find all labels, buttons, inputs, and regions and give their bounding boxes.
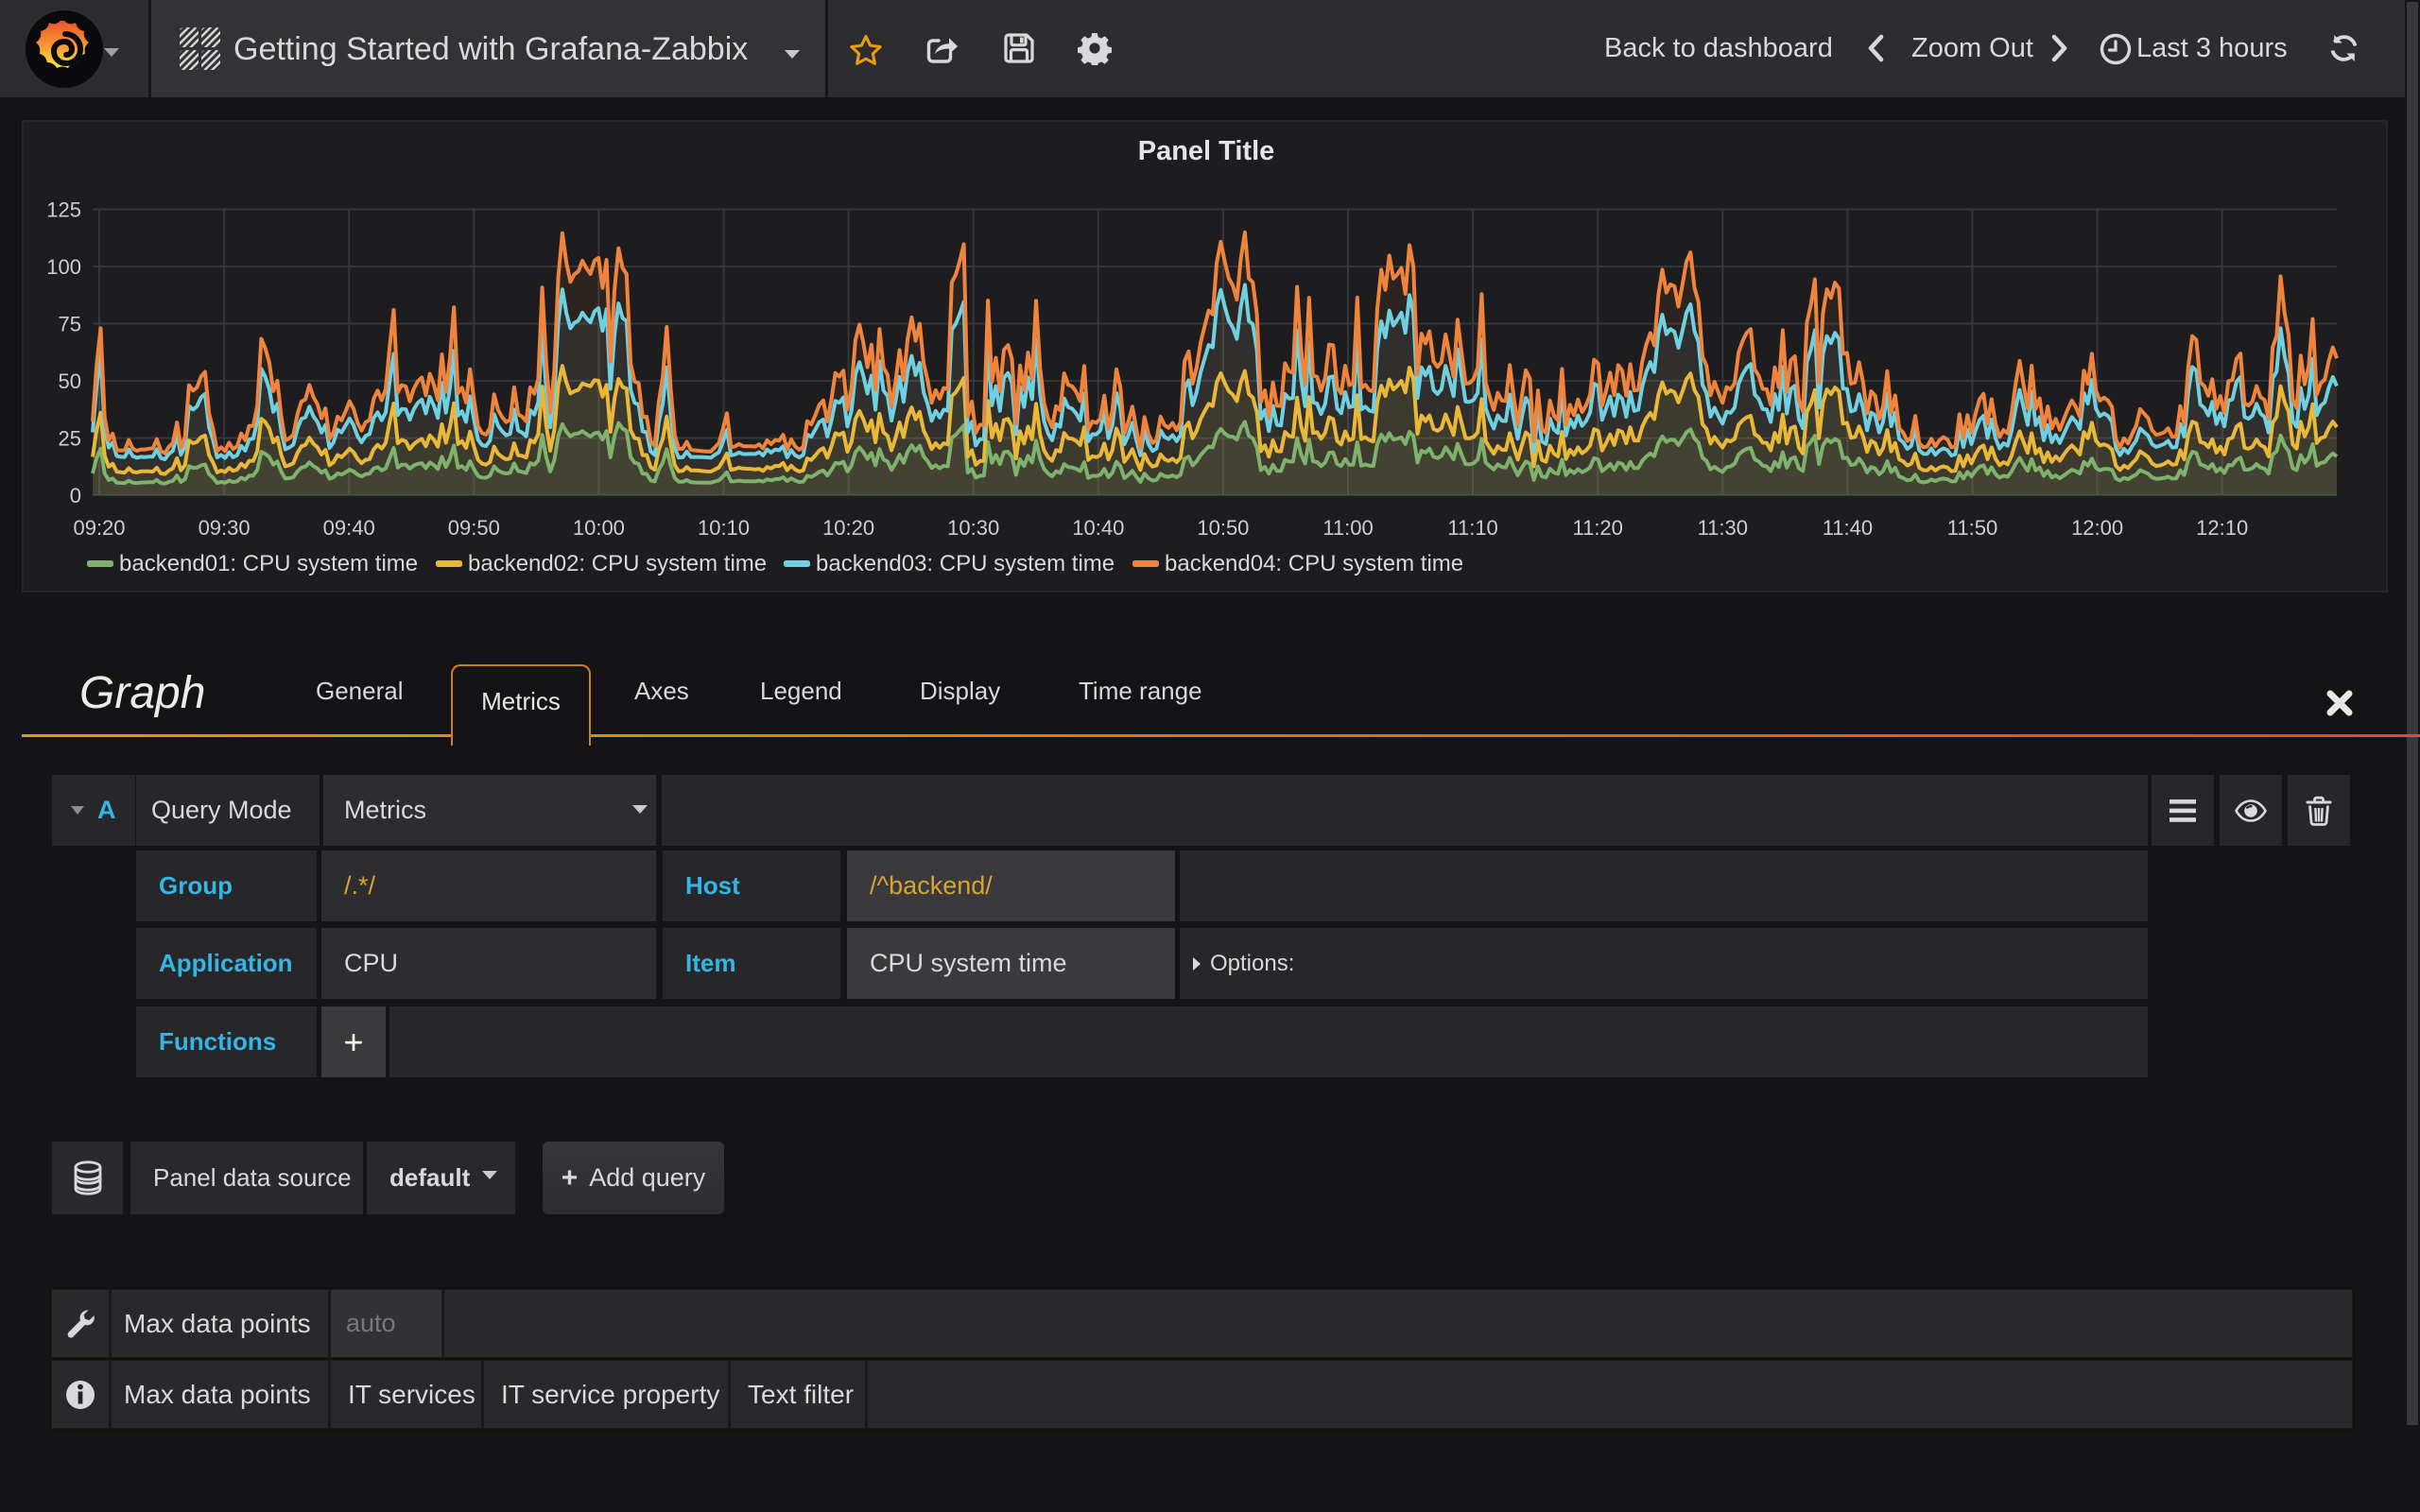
- svg-text:11:30: 11:30: [1698, 516, 1748, 540]
- svg-text:10:20: 10:20: [822, 516, 874, 540]
- svg-text:125: 125: [46, 198, 81, 222]
- svg-text:50: 50: [59, 369, 81, 393]
- svg-text:100: 100: [46, 255, 81, 279]
- svg-text:11:10: 11:10: [1447, 516, 1497, 540]
- svg-text:10:30: 10:30: [947, 516, 999, 540]
- svg-text:10:00: 10:00: [573, 516, 625, 540]
- svg-text:11:50: 11:50: [1947, 516, 1997, 540]
- svg-text:11:40: 11:40: [1823, 516, 1873, 540]
- svg-text:0: 0: [70, 484, 81, 507]
- svg-text:Panel Title: Panel Title: [1138, 136, 1275, 166]
- svg-text:09:40: 09:40: [323, 516, 375, 540]
- svg-text:75: 75: [59, 313, 81, 336]
- svg-text:backend04: CPU system time: backend04: CPU system time: [1165, 551, 1463, 576]
- svg-text:backend01: CPU system time: backend01: CPU system time: [119, 551, 418, 576]
- svg-text:backend03: CPU system time: backend03: CPU system time: [816, 551, 1115, 576]
- svg-text:10:10: 10:10: [698, 516, 750, 540]
- svg-text:09:50: 09:50: [448, 516, 500, 540]
- svg-text:11:20: 11:20: [1572, 516, 1622, 540]
- svg-text:10:50: 10:50: [1197, 516, 1249, 540]
- svg-text:10:40: 10:40: [1072, 516, 1124, 540]
- svg-text:backend02: CPU system time: backend02: CPU system time: [468, 551, 767, 576]
- svg-text:25: 25: [59, 427, 81, 451]
- svg-text:11:00: 11:00: [1322, 516, 1373, 540]
- svg-text:12:00: 12:00: [2071, 516, 2123, 540]
- svg-text:09:30: 09:30: [199, 516, 251, 540]
- svg-text:09:20: 09:20: [73, 516, 125, 540]
- svg-text:12:10: 12:10: [2196, 516, 2248, 540]
